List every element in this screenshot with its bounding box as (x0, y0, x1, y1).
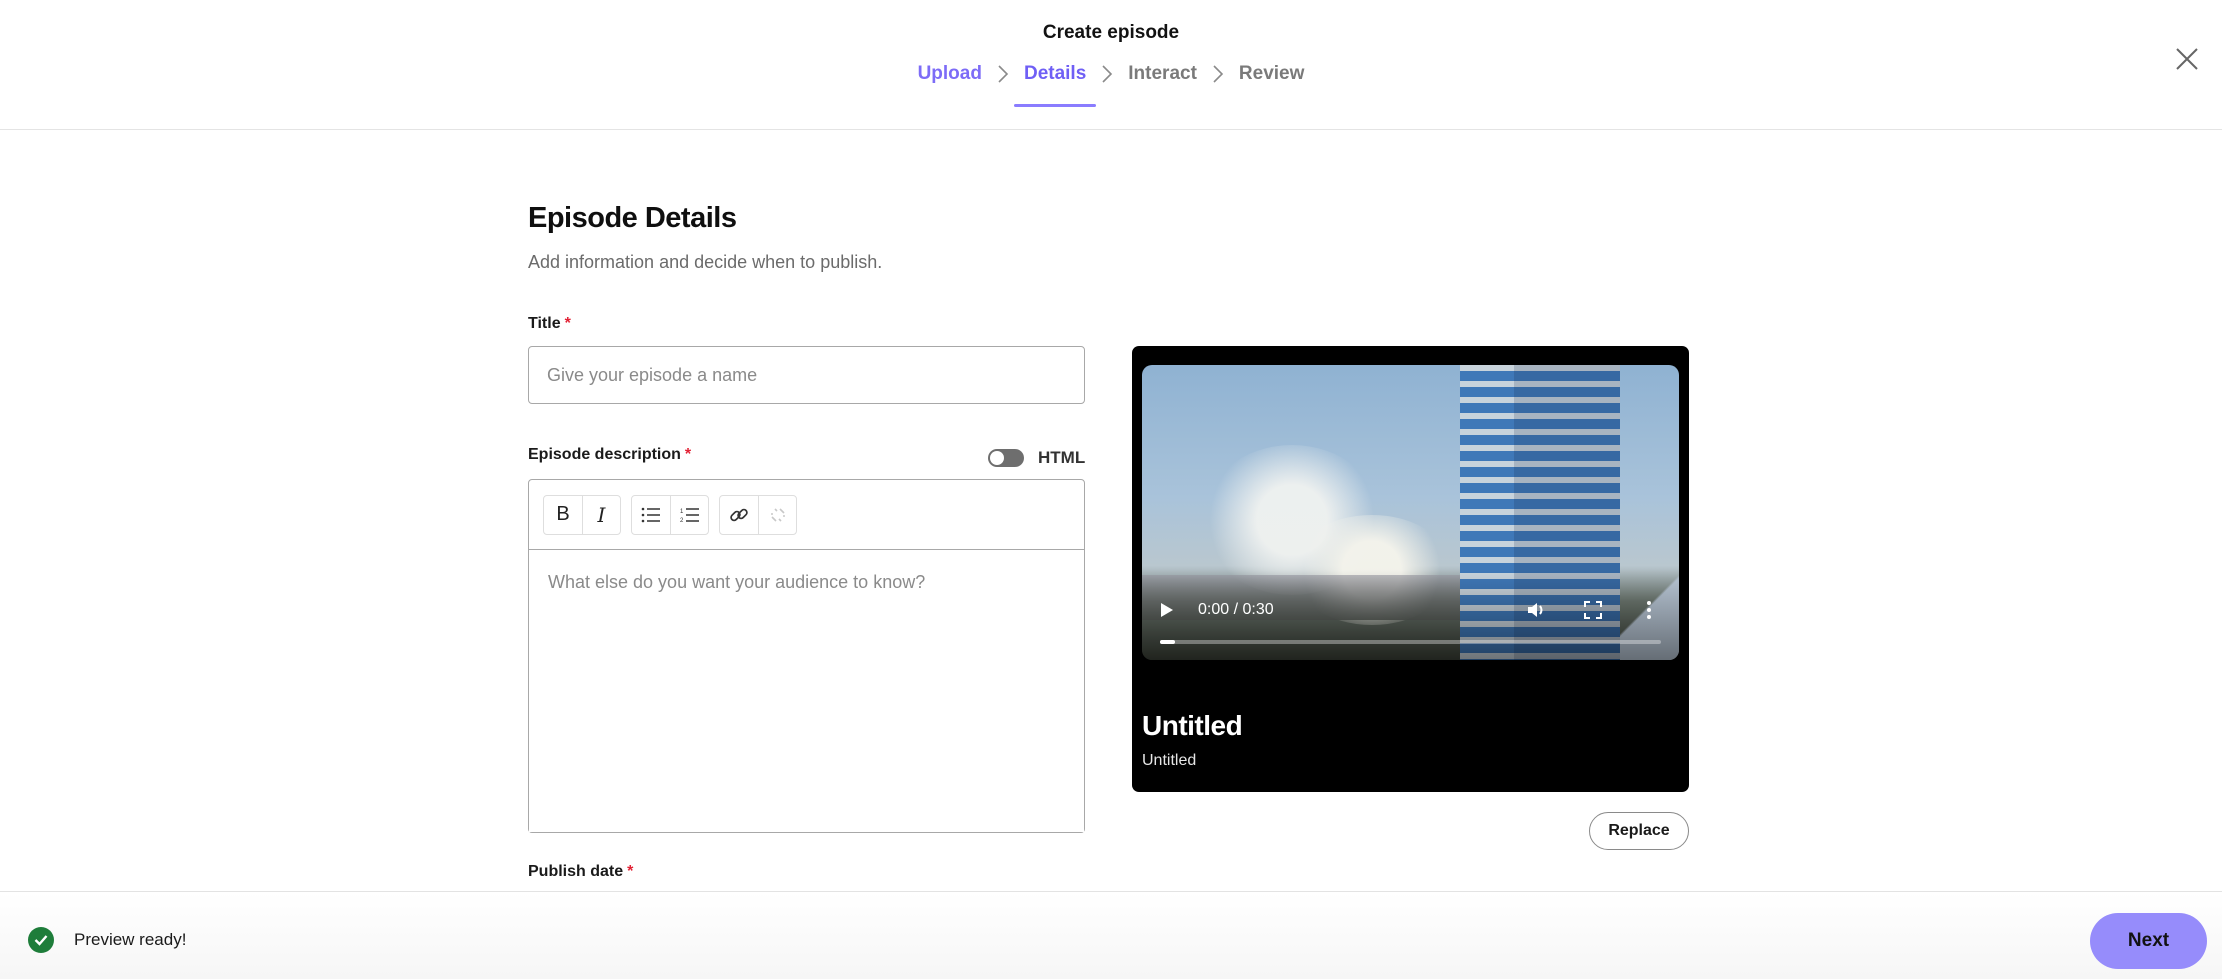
header-title: Create episode (1042, 22, 1180, 43)
publish-date-label-text: Publish date (528, 863, 624, 880)
title-input[interactable] (528, 346, 1085, 404)
html-toggle-label: HTML (1038, 448, 1086, 467)
list-group: 1 2 (631, 494, 709, 535)
volume-icon (1528, 603, 1543, 617)
bulleted-list-icon (641, 507, 660, 522)
description-editor: B I 1 2 (528, 479, 1085, 833)
link-button[interactable] (720, 496, 758, 534)
fullscreen-button[interactable] (1581, 598, 1605, 622)
header: Create episode Upload Details Interact R… (0, 0, 2222, 130)
check-circle-icon (28, 927, 54, 953)
volume-button[interactable] (1525, 598, 1549, 622)
status-message: Preview ready! (28, 927, 186, 953)
episode-preview-card: 0:00 / 0:30 Untitled Untitled (1132, 346, 1689, 792)
svg-text:2: 2 (680, 518, 684, 523)
description-label-text: Episode description (528, 446, 681, 463)
toggle-switch[interactable] (988, 449, 1024, 467)
bold-button[interactable]: B (544, 496, 582, 534)
preview-title: Untitled (1142, 710, 1243, 741)
stepper: Upload Details Interact Review (0, 63, 2222, 107)
link-icon (730, 508, 748, 521)
preview-subtitle: Untitled (1142, 752, 1197, 769)
required-mark: * (627, 863, 634, 880)
footer: Preview ready! Next (0, 891, 2222, 979)
step-upload[interactable]: Upload (914, 63, 986, 85)
italic-icon: I (597, 502, 606, 527)
chevron-right-icon (990, 64, 1016, 84)
status-text: Preview ready! (74, 930, 187, 949)
step-interact[interactable]: Interact (1124, 63, 1201, 85)
unlink-button[interactable] (758, 495, 796, 534)
toggle-knob (990, 451, 1004, 465)
video-time: 0:00 / 0:30 (1198, 601, 1274, 618)
format-group: B I (543, 494, 621, 535)
close-button[interactable] (2172, 44, 2202, 74)
step-details[interactable]: Details (1013, 63, 1097, 107)
description-textarea[interactable] (529, 550, 1084, 832)
close-icon (2176, 48, 2198, 70)
title-label-text: Title (528, 315, 561, 332)
page-title: Episode Details (528, 202, 737, 234)
play-icon (1161, 603, 1173, 617)
link-group (719, 494, 797, 535)
editor-toolbar: B I 1 2 (529, 480, 1084, 550)
unlink-icon (770, 507, 785, 522)
chevron-right-icon (1094, 64, 1120, 84)
video-player[interactable]: 0:00 / 0:30 (1142, 365, 1679, 660)
more-options-button[interactable] (1637, 598, 1661, 622)
required-mark: * (564, 315, 571, 332)
fullscreen-icon (1584, 601, 1602, 619)
more-vertical-icon (1647, 601, 1651, 619)
video-progress-bar[interactable] (1160, 640, 1661, 644)
svg-text:1: 1 (680, 509, 684, 515)
bulleted-list-button[interactable] (632, 496, 670, 534)
html-toggle[interactable]: HTML (988, 448, 1085, 468)
page-subtitle: Add information and decide when to publi… (528, 252, 883, 272)
step-review[interactable]: Review (1235, 63, 1308, 85)
video-progress-fill (1160, 640, 1176, 644)
numbered-list-icon: 1 2 (680, 507, 699, 523)
video-controls: 0:00 / 0:30 (1142, 590, 1679, 630)
next-button[interactable]: Next (2090, 913, 2207, 969)
numbered-list-button[interactable]: 1 2 (670, 495, 708, 534)
bold-icon: B (556, 503, 570, 525)
publish-date-label: Publish date * (528, 863, 633, 881)
replace-button[interactable]: Replace (1589, 812, 1689, 850)
required-mark: * (684, 446, 692, 463)
description-label: Episode description * (528, 446, 691, 464)
italic-button[interactable]: I (582, 495, 620, 534)
chevron-right-icon (1205, 64, 1231, 84)
play-button[interactable] (1160, 600, 1180, 620)
title-label: Title * (528, 315, 571, 333)
